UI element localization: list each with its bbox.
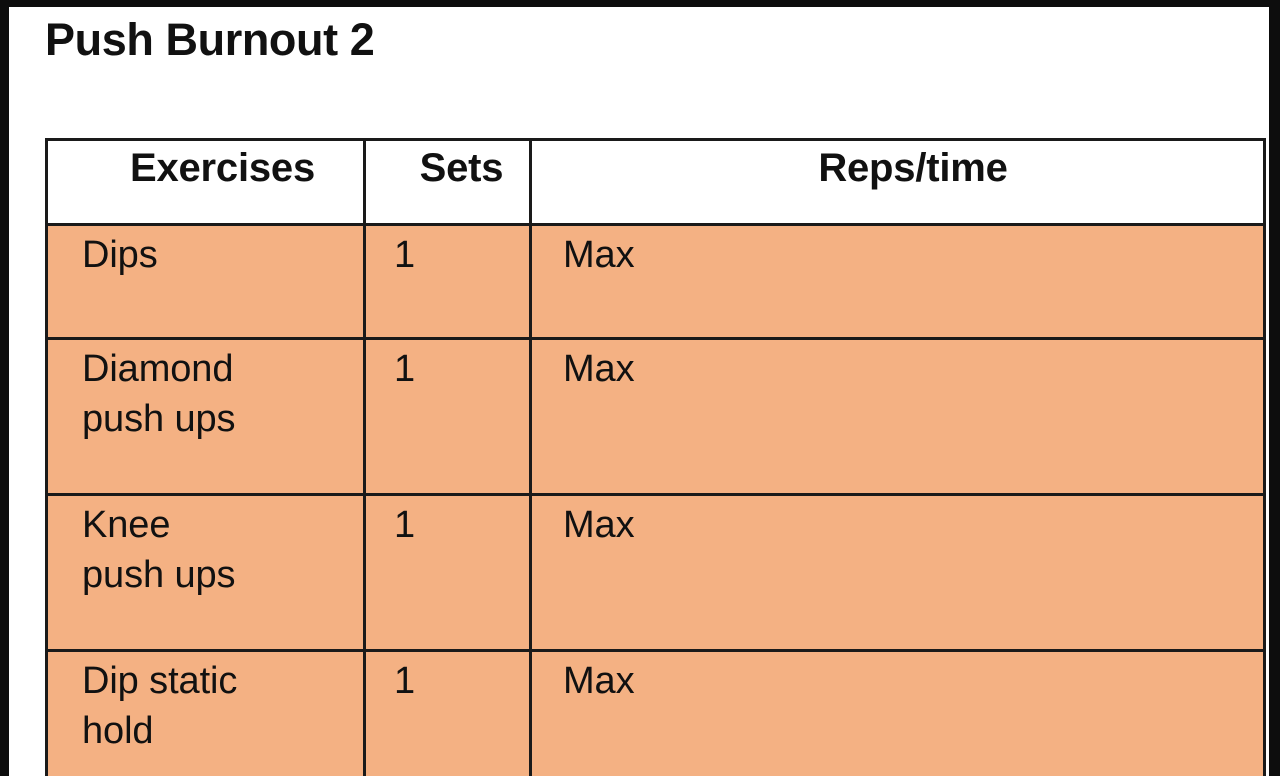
- reps-value: Max: [563, 234, 635, 276]
- cell-sets: 1: [363, 223, 532, 340]
- table-row: Dip static hold 1 Max: [45, 649, 1266, 776]
- column-header-sets: Sets: [363, 138, 532, 226]
- reps-value: Max: [563, 348, 635, 390]
- column-header-reps: Reps/time: [529, 138, 1266, 226]
- workout-table: Exercises Sets Reps/time Dips 1 Max Diam…: [45, 138, 1266, 776]
- table-row: Knee push ups 1 Max: [45, 493, 1266, 652]
- exercise-name-line2: push ups: [82, 554, 236, 597]
- table-header: Exercises Sets Reps/time: [45, 138, 1266, 226]
- cell-sets: 1: [363, 337, 532, 496]
- cell-reps: Max: [529, 337, 1266, 496]
- cell-reps: Max: [529, 649, 1266, 776]
- cell-exercise: Diamond push ups: [45, 337, 366, 496]
- column-header-exercises-label: Exercises: [129, 146, 316, 190]
- sets-value: 1: [394, 234, 416, 276]
- cell-reps: Max: [529, 223, 1266, 340]
- exercise-name-line1: Dips: [82, 234, 158, 276]
- column-header-exercises: Exercises: [45, 138, 366, 226]
- exercise-name-line2: hold: [82, 710, 154, 753]
- image-frame: Push Burnout 2 Exercises Sets Reps/time: [0, 0, 1280, 776]
- table-body: Dips 1 Max Diamond push ups 1 Max Knee p…: [45, 223, 1266, 776]
- table-row: Diamond push ups 1 Max: [45, 337, 1266, 496]
- cell-exercise: Dip static hold: [45, 649, 366, 776]
- exercise-name-line1: Knee: [82, 504, 171, 546]
- sets-value: 1: [394, 660, 416, 702]
- exercise-name-line1: Dip static: [82, 660, 238, 702]
- exercise-name-line2: push ups: [82, 398, 236, 441]
- slide-canvas: Push Burnout 2 Exercises Sets Reps/time: [9, 7, 1269, 776]
- sets-value: 1: [394, 504, 416, 546]
- reps-value: Max: [563, 660, 635, 702]
- reps-value: Max: [563, 504, 635, 546]
- column-header-sets-label: Sets: [419, 146, 504, 190]
- column-header-reps-label: Reps/time: [818, 146, 1008, 190]
- cell-reps: Max: [529, 493, 1266, 652]
- cell-sets: 1: [363, 493, 532, 652]
- table-row: Dips 1 Max: [45, 223, 1266, 340]
- cell-sets: 1: [363, 649, 532, 776]
- sets-value: 1: [394, 348, 416, 390]
- cell-exercise: Dips: [45, 223, 366, 340]
- page-title: Push Burnout 2: [45, 14, 375, 65]
- exercise-name-line1: Diamond: [82, 348, 234, 390]
- cell-exercise: Knee push ups: [45, 493, 366, 652]
- table-header-row: Exercises Sets Reps/time: [45, 138, 1266, 226]
